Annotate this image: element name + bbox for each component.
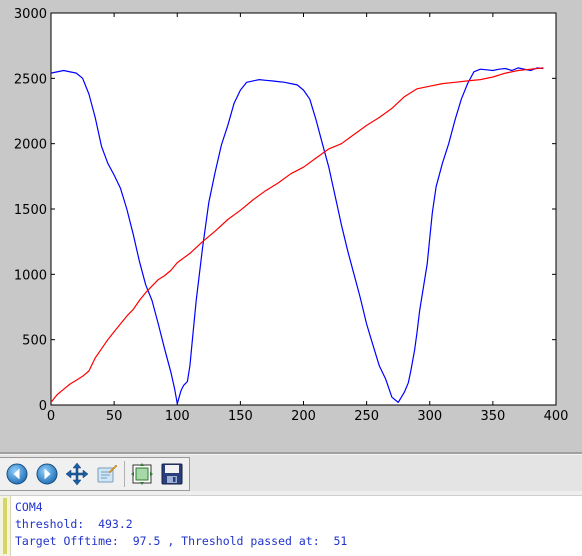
save-button[interactable] (158, 460, 186, 488)
gutter-marker (3, 498, 7, 554)
y-tick-label: 2500 (14, 72, 47, 87)
arrow-right-icon (36, 463, 58, 485)
x-tick-label: 100 (165, 409, 190, 424)
line-chart: 0 50 100 150 200 250 300 350 400 0 500 1000 1500 2000… (14, 7, 569, 424)
y-tick-label: 3000 (14, 7, 47, 22)
x-tick-label: 300 (417, 409, 442, 424)
console-output[interactable]: COM4 threshold: 493.2 Target Offtime: 97… (0, 496, 582, 556)
x-tick-label: 400 (544, 409, 569, 424)
subplots-icon (131, 463, 153, 485)
navigation-toolbar (0, 454, 582, 492)
x-tick-label: 150 (228, 409, 253, 424)
y-tick-label: 1500 (14, 203, 47, 218)
toolbar-button-group (0, 457, 190, 491)
x-tick-label: 0 (47, 409, 55, 424)
x-tick-label: 200 (291, 409, 316, 424)
x-tick-label: 250 (354, 409, 379, 424)
arrow-left-icon (6, 463, 28, 485)
floppy-disk-icon (161, 463, 183, 485)
y-tick-label: 1000 (14, 268, 47, 283)
console-line: Target Offtime: 97.5 , Threshold passed … (15, 534, 348, 548)
y-tick-label: 2000 (14, 138, 47, 153)
console-line: COM4 (15, 500, 43, 514)
x-tick-label: 350 (480, 409, 505, 424)
forward-button[interactable] (33, 460, 61, 488)
figure-canvas: 0 50 100 150 200 250 300 350 400 0 500 1000 1500 2000… (0, 0, 582, 452)
move-arrows-icon (65, 462, 89, 486)
pan-button[interactable] (63, 460, 91, 488)
configure-subplots-button[interactable] (128, 460, 156, 488)
zoom-rect-button[interactable] (93, 460, 121, 488)
x-tick-label: 50 (106, 409, 123, 424)
back-button[interactable] (3, 460, 31, 488)
y-tick-label: 0 (39, 399, 47, 414)
console-gutter (0, 496, 11, 556)
console-line: threshold: 493.2 (15, 517, 133, 531)
toolbar-separator (124, 461, 125, 487)
zoom-rect-icon (97, 464, 118, 483)
y-tick-label: 500 (22, 334, 47, 349)
